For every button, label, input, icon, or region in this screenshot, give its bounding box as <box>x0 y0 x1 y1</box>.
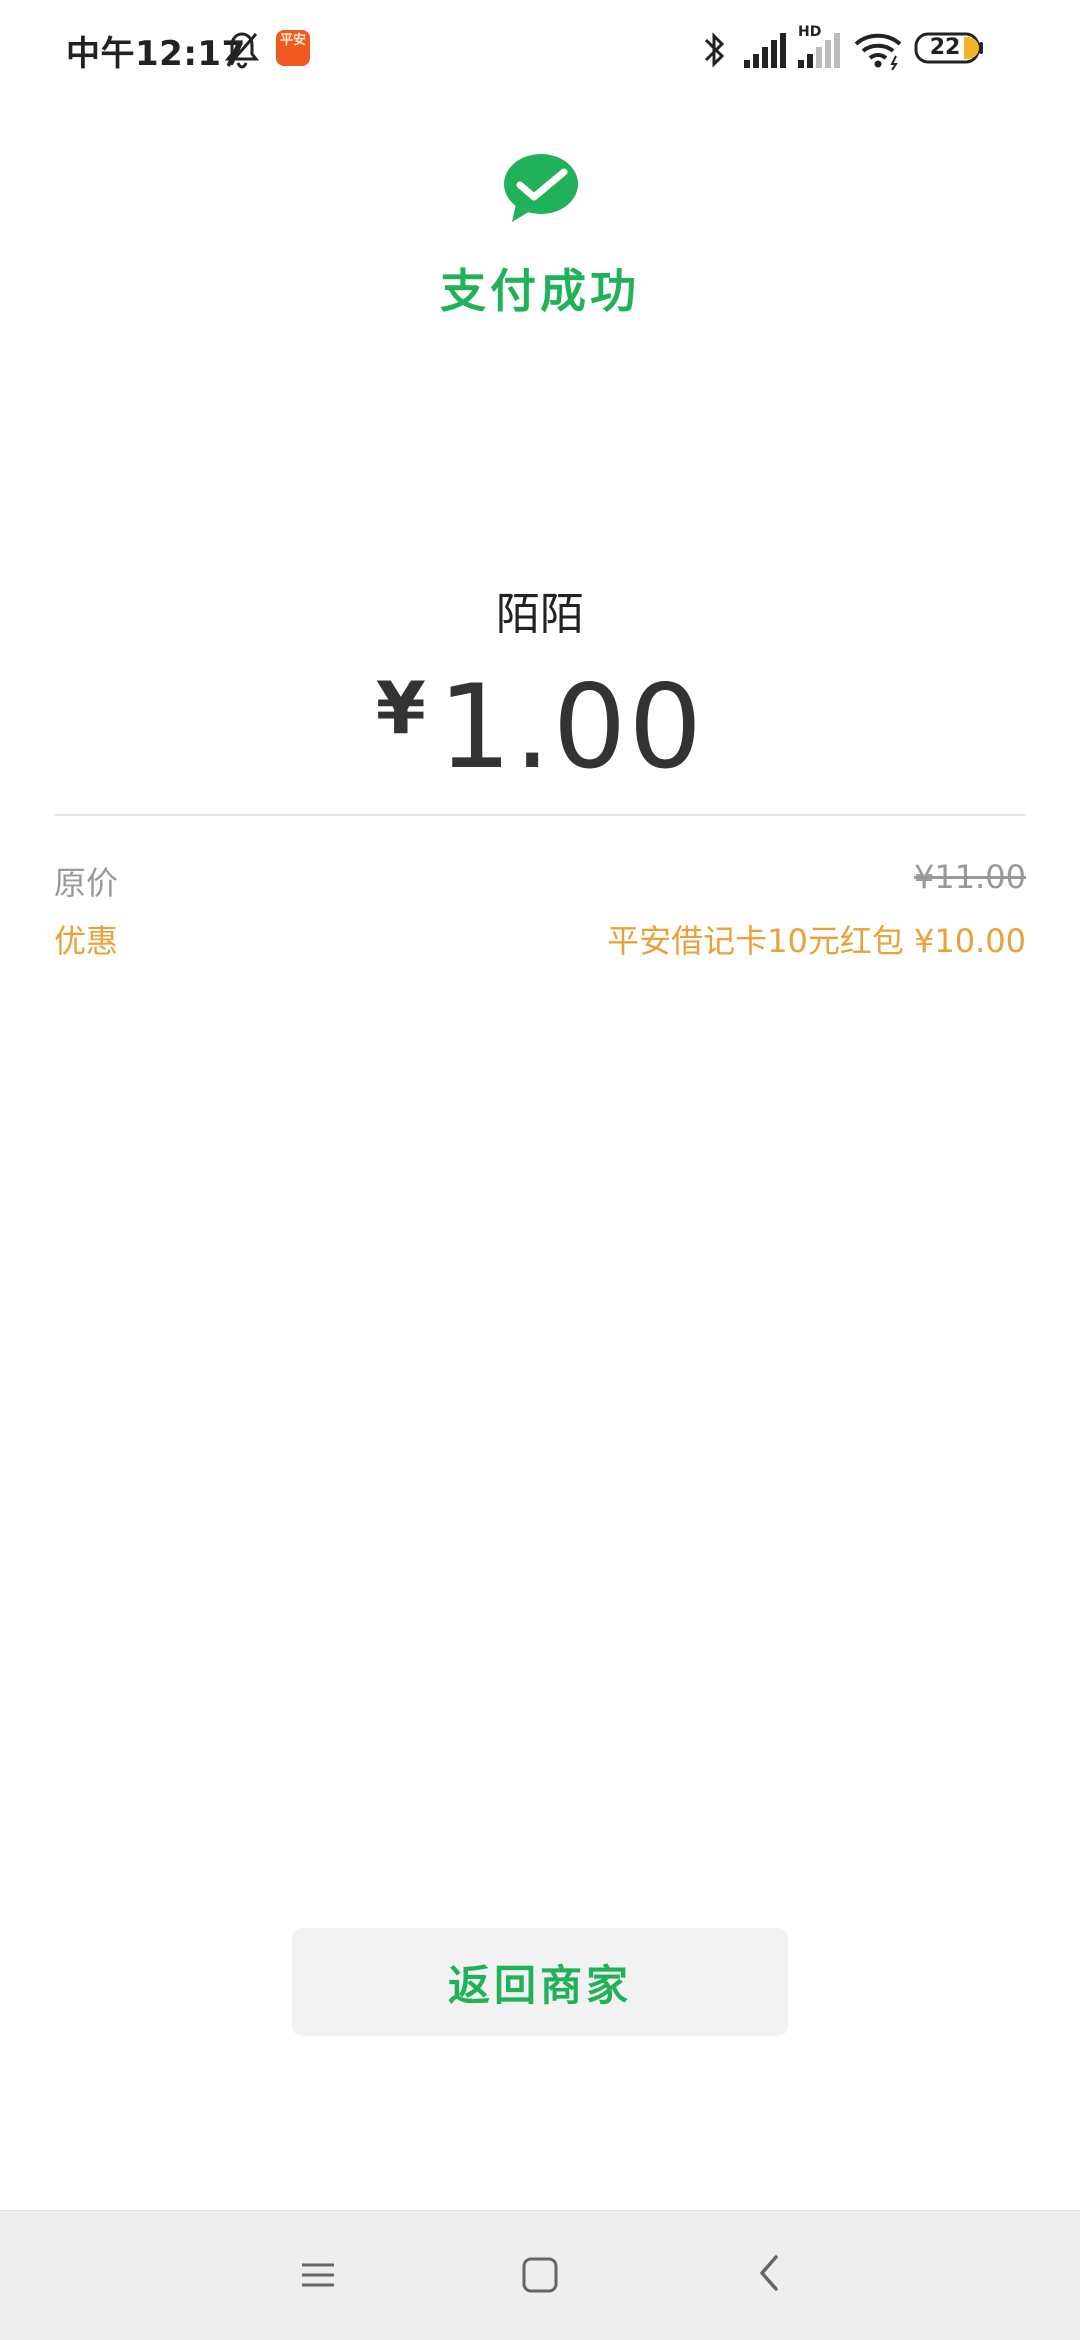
paid-amount: ¥1.00 <box>0 660 1080 795</box>
signal-strength-secondary-icon <box>798 33 840 68</box>
menu-icon[interactable] <box>300 2251 336 2299</box>
amount-value: 1.00 <box>437 660 705 795</box>
page-title: 支付成功 <box>440 264 640 318</box>
original-price-label: 原价 <box>54 864 119 902</box>
original-price-value: ¥11.00 <box>914 858 1026 896</box>
discount-row: 优惠 平安借记卡10元红包 ¥10.00 <box>54 910 1026 960</box>
divider <box>54 814 1026 816</box>
status-bar: 中午12:17 平安 HD 22 <box>0 0 1080 100</box>
return-to-merchant-button[interactable]: 返回商家 <box>292 1928 788 2036</box>
bluetooth-icon <box>704 32 725 68</box>
currency-symbol: ¥ <box>375 666 426 750</box>
wifi-icon <box>854 33 902 70</box>
status-indicators: HD 22 <box>700 24 1040 72</box>
wechat-pay-check-icon <box>504 154 578 222</box>
mute-bell-icon <box>224 32 260 69</box>
battery-level: 22 <box>929 35 961 60</box>
home-icon[interactable] <box>520 2251 560 2299</box>
merchant-name: 陌陌 <box>496 589 584 640</box>
payment-success-screen: 中午12:17 平安 HD 22 支付成功 陌陌 ¥ 1.00 原价 ¥11.0… <box>0 0 1080 2340</box>
back-icon[interactable] <box>752 2247 786 2299</box>
original-price-row: 原价 ¥11.00 <box>54 852 1026 902</box>
navigation-bar <box>0 2210 1080 2340</box>
app-notification-icon: 平安 <box>276 30 310 66</box>
status-time: 中午12:17 <box>66 34 246 74</box>
discount-value: 平安借记卡10元红包 ¥10.00 <box>607 922 1026 960</box>
signal-strength-icon <box>744 33 786 68</box>
discount-label: 优惠 <box>54 922 119 960</box>
